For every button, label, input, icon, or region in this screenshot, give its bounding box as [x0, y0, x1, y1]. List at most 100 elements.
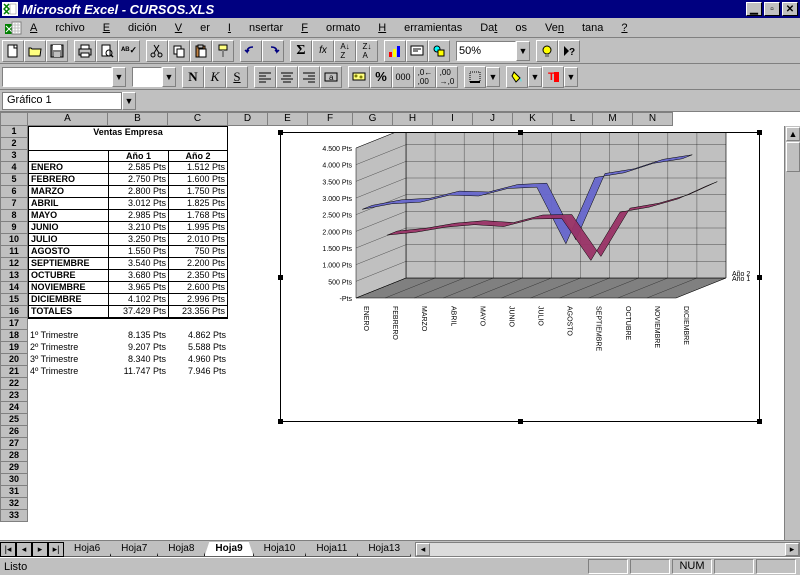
row-header-7[interactable]: 7: [0, 198, 28, 210]
col-header-I[interactable]: I: [433, 112, 473, 126]
cell-A15[interactable]: DICIEMBRE: [28, 294, 108, 306]
cell-A5[interactable]: FEBRERO: [28, 174, 108, 186]
cell-C12[interactable]: 2.200 Pts: [168, 258, 228, 270]
format-painter-button[interactable]: [212, 40, 234, 62]
undo-button[interactable]: [240, 40, 262, 62]
row-header-12[interactable]: 12: [0, 258, 28, 270]
row-header-3[interactable]: 3: [0, 150, 28, 162]
row-header-18[interactable]: 18: [0, 330, 28, 342]
decrease-decimal-button[interactable]: ,00→,0: [436, 66, 458, 88]
row-header-21[interactable]: 21: [0, 366, 28, 378]
cell-B15[interactable]: 4.102 Pts: [108, 294, 168, 306]
cell-C21[interactable]: 7.946 Pts: [168, 366, 228, 378]
cell-C5[interactable]: 1.600 Pts: [168, 174, 228, 186]
cell-B14[interactable]: 3.965 Pts: [108, 282, 168, 294]
tab-next-button[interactable]: ▸: [32, 542, 48, 557]
sheet-tab-hoja13[interactable]: Hoja13: [357, 542, 411, 557]
row-header-5[interactable]: 5: [0, 174, 28, 186]
row-header-4[interactable]: 4: [0, 162, 28, 174]
row-header-32[interactable]: 32: [0, 498, 28, 510]
row-header-27[interactable]: 27: [0, 438, 28, 450]
minimize-button[interactable]: ▁: [746, 2, 762, 16]
borders-button[interactable]: [464, 66, 486, 88]
worksheet-grid[interactable]: ABCDEFGHIJKLMN 1234567891011121314151617…: [0, 112, 800, 557]
tab-first-button[interactable]: |◂: [0, 542, 16, 557]
hscroll-left-button[interactable]: ◂: [416, 543, 430, 556]
maximize-button[interactable]: ▫: [764, 2, 780, 16]
cell-C3[interactable]: Año 2: [168, 150, 228, 162]
col-header-N[interactable]: N: [633, 112, 673, 126]
print-preview-button[interactable]: [96, 40, 118, 62]
cell-A4[interactable]: ENERO: [28, 162, 108, 174]
copy-button[interactable]: [168, 40, 190, 62]
row-header-13[interactable]: 13: [0, 270, 28, 282]
cell-C7[interactable]: 1.825 Pts: [168, 198, 228, 210]
cell-A9[interactable]: JUNIO: [28, 222, 108, 234]
col-header-B[interactable]: B: [108, 112, 168, 126]
select-all-corner[interactable]: [0, 112, 28, 126]
col-header-L[interactable]: L: [553, 112, 593, 126]
sheet-tab-hoja10[interactable]: Hoja10: [253, 542, 307, 557]
menu-edición[interactable]: Edición: [103, 22, 157, 34]
row-header-6[interactable]: 6: [0, 186, 28, 198]
cell-C15[interactable]: 2.996 Pts: [168, 294, 228, 306]
menu-?[interactable]: ?: [621, 22, 645, 34]
close-button[interactable]: ✕: [782, 2, 798, 16]
col-header-E[interactable]: E: [268, 112, 308, 126]
cell-C18[interactable]: 4.862 Pts: [168, 330, 228, 342]
new-file-button[interactable]: [2, 40, 24, 62]
cell-C14[interactable]: 2.600 Pts: [168, 282, 228, 294]
scroll-up-button[interactable]: ▲: [786, 127, 800, 141]
drawing-button[interactable]: [428, 40, 450, 62]
sort-asc-button[interactable]: A↓Z: [334, 40, 356, 62]
row-header-29[interactable]: 29: [0, 462, 28, 474]
help-button[interactable]: ?: [558, 40, 580, 62]
col-header-C[interactable]: C: [168, 112, 228, 126]
menu-ver[interactable]: Ver: [175, 22, 210, 34]
vertical-scrollbar[interactable]: ▲ ▼: [784, 126, 800, 557]
zoom-input[interactable]: [456, 41, 516, 61]
sheet-tab-hoja11[interactable]: Hoja11: [305, 542, 358, 557]
horizontal-scrollbar[interactable]: ◂ ▸: [415, 542, 800, 557]
cell-B20[interactable]: 8.340 Pts: [108, 354, 168, 366]
cell-A8[interactable]: MAYO: [28, 210, 108, 222]
chart-wizard-button[interactable]: [384, 40, 406, 62]
row-header-28[interactable]: 28: [0, 450, 28, 462]
col-header-K[interactable]: K: [513, 112, 553, 126]
cell-C8[interactable]: 1.768 Pts: [168, 210, 228, 222]
tab-prev-button[interactable]: ◂: [16, 542, 32, 557]
cell-A20[interactable]: 3º Trimestre: [28, 354, 108, 366]
row-header-14[interactable]: 14: [0, 282, 28, 294]
paste-button[interactable]: [190, 40, 212, 62]
font-color-dropdown[interactable]: ▼: [564, 67, 578, 87]
cell-B13[interactable]: 3.680 Pts: [108, 270, 168, 282]
cell-C20[interactable]: 4.960 Pts: [168, 354, 228, 366]
cell-B7[interactable]: 3.012 Pts: [108, 198, 168, 210]
tab-last-button[interactable]: ▸|: [48, 542, 64, 557]
row-header-26[interactable]: 26: [0, 426, 28, 438]
menu-datos[interactable]: Datos: [480, 22, 527, 34]
cell-C4[interactable]: 1.512 Pts: [168, 162, 228, 174]
col-header-J[interactable]: J: [473, 112, 513, 126]
name-box[interactable]: Gráfico 1: [2, 92, 122, 110]
row-header-20[interactable]: 20: [0, 354, 28, 366]
cell-C10[interactable]: 2.010 Pts: [168, 234, 228, 246]
open-file-button[interactable]: [24, 40, 46, 62]
col-header-F[interactable]: F: [308, 112, 353, 126]
function-wizard-button[interactable]: fx: [312, 40, 334, 62]
align-center-button[interactable]: [276, 66, 298, 88]
comma-button[interactable]: 000: [392, 66, 414, 88]
cell-A21[interactable]: 4º Trimestre: [28, 366, 108, 378]
text-box-button[interactable]: [406, 40, 428, 62]
cell-A3[interactable]: [28, 150, 108, 162]
cell-C19[interactable]: 5.588 Pts: [168, 342, 228, 354]
cell-B8[interactable]: 2.985 Pts: [108, 210, 168, 222]
font-name-input[interactable]: [2, 67, 112, 87]
row-header-24[interactable]: 24: [0, 402, 28, 414]
row-header-16[interactable]: 16: [0, 306, 28, 318]
cell-B3[interactable]: Año 1: [108, 150, 168, 162]
font-name-dropdown[interactable]: ▼: [112, 67, 126, 87]
row-header-9[interactable]: 9: [0, 222, 28, 234]
cell-A1[interactable]: Ventas Empresa: [28, 126, 228, 138]
row-header-33[interactable]: 33: [0, 510, 28, 522]
